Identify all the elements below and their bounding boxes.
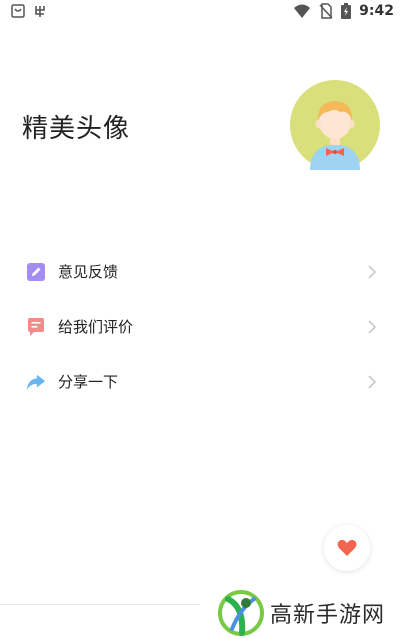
status-bar: 9:42 xyxy=(0,0,402,26)
chevron-right-icon xyxy=(368,319,377,334)
favorite-button[interactable] xyxy=(324,525,370,571)
status-time: 9:42 xyxy=(359,3,394,19)
cartoon-boy-avatar-icon xyxy=(290,80,380,170)
comment-icon xyxy=(26,317,46,337)
chevron-right-icon xyxy=(368,374,377,389)
avatar[interactable] xyxy=(290,80,380,170)
menu-item-rate-us[interactable]: 给我们评价 xyxy=(0,299,402,354)
page-title: 精美头像 xyxy=(22,114,131,144)
battery-charging-icon xyxy=(341,3,352,19)
watermark-logo-icon xyxy=(218,590,264,636)
watermark: 高新手游网 xyxy=(218,588,385,638)
no-sim-icon xyxy=(319,3,333,19)
share-icon xyxy=(26,372,46,392)
bottom-divider xyxy=(0,604,200,605)
menu-item-share[interactable]: 分享一下 xyxy=(0,354,402,409)
watermark-text: 高新手游网 xyxy=(270,603,386,628)
menu-item-label: 分享一下 xyxy=(58,373,119,391)
menu-item-feedback[interactable]: 意见反馈 xyxy=(0,244,402,299)
notification-icon xyxy=(11,4,25,18)
edit-icon xyxy=(26,262,46,282)
menu-item-label: 给我们评价 xyxy=(58,318,134,336)
settings-menu: 意见反馈 给我们评价 分享一下 xyxy=(0,244,402,409)
wifi-icon xyxy=(294,4,311,18)
app-icon xyxy=(35,6,45,17)
heart-icon xyxy=(337,539,357,556)
menu-item-label: 意见反馈 xyxy=(58,263,119,281)
status-right-icons: 9:42 xyxy=(293,3,394,19)
chevron-right-icon xyxy=(368,264,377,279)
status-left-icons xyxy=(10,3,48,19)
